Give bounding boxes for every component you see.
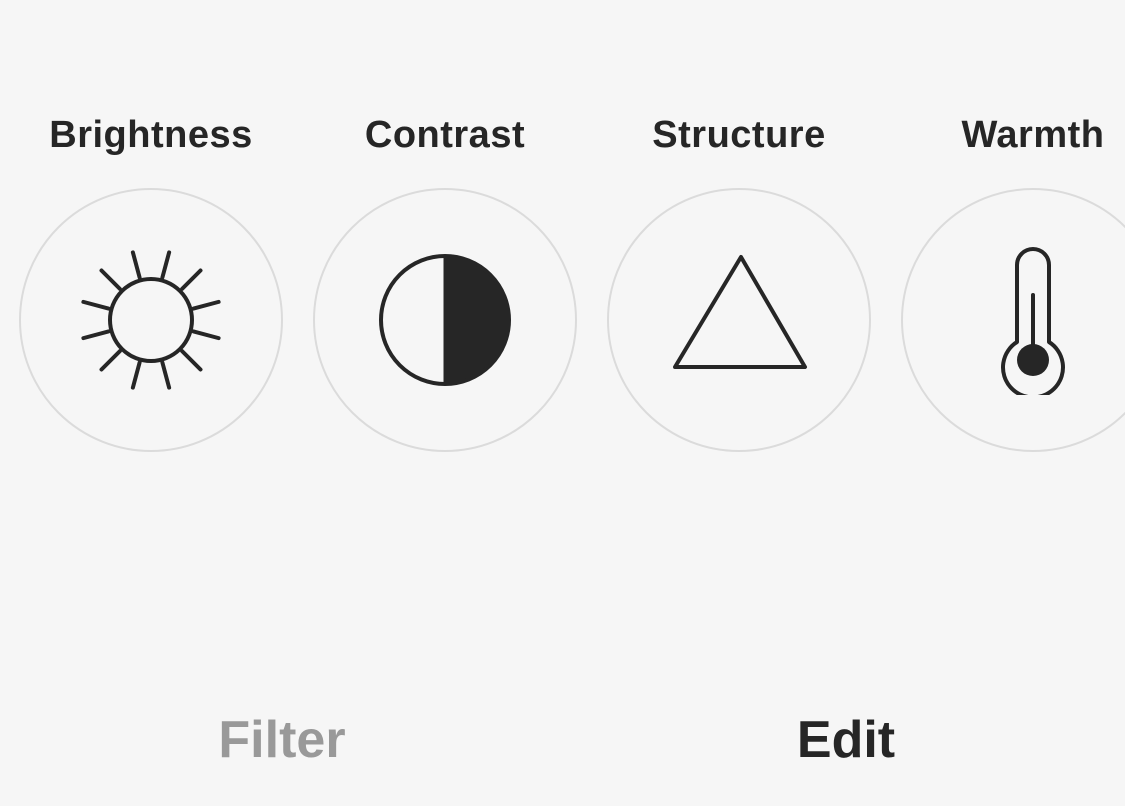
tool-label-warmth: Warmth <box>961 114 1105 156</box>
tab-edit[interactable]: Edit <box>696 710 996 770</box>
sun-ray <box>180 349 203 372</box>
tool-contrast[interactable]: Contrast <box>313 110 577 452</box>
tool-brightness[interactable]: Brightness <box>19 110 283 452</box>
tool-structure[interactable]: Structure <box>607 110 871 452</box>
tool-circle-contrast[interactable] <box>313 188 577 452</box>
sun-ray <box>99 349 122 372</box>
tab-filter[interactable]: Filter <box>132 710 432 770</box>
tool-circle-brightness[interactable] <box>19 188 283 452</box>
sun-ray <box>81 329 111 341</box>
sun-ray <box>130 360 142 390</box>
sun-ray <box>81 299 111 311</box>
tool-circle-structure[interactable] <box>607 188 871 452</box>
tool-label-structure: Structure <box>652 114 826 156</box>
bottom-tab-bar: Filter Edit <box>0 676 1125 806</box>
edit-tools-row: Brightness Contrast Structure Warmth <box>0 0 1125 470</box>
thermometer-icon <box>1001 247 1065 395</box>
sun-ray <box>191 299 221 311</box>
tool-label-contrast: Contrast <box>364 114 526 156</box>
half-circle-icon <box>379 254 511 386</box>
sun-ray <box>160 360 172 390</box>
sun-ray <box>99 268 122 291</box>
tool-warmth[interactable]: Warmth <box>901 110 1125 452</box>
triangle-icon <box>673 255 807 369</box>
tool-circle-warmth[interactable] <box>901 188 1125 452</box>
sun-ray <box>180 268 203 291</box>
sun-ray <box>130 250 142 280</box>
sun-icon <box>81 250 221 390</box>
sun-ray <box>160 250 172 280</box>
sun-ray <box>191 329 221 341</box>
tool-label-brightness: Brightness <box>49 114 253 156</box>
